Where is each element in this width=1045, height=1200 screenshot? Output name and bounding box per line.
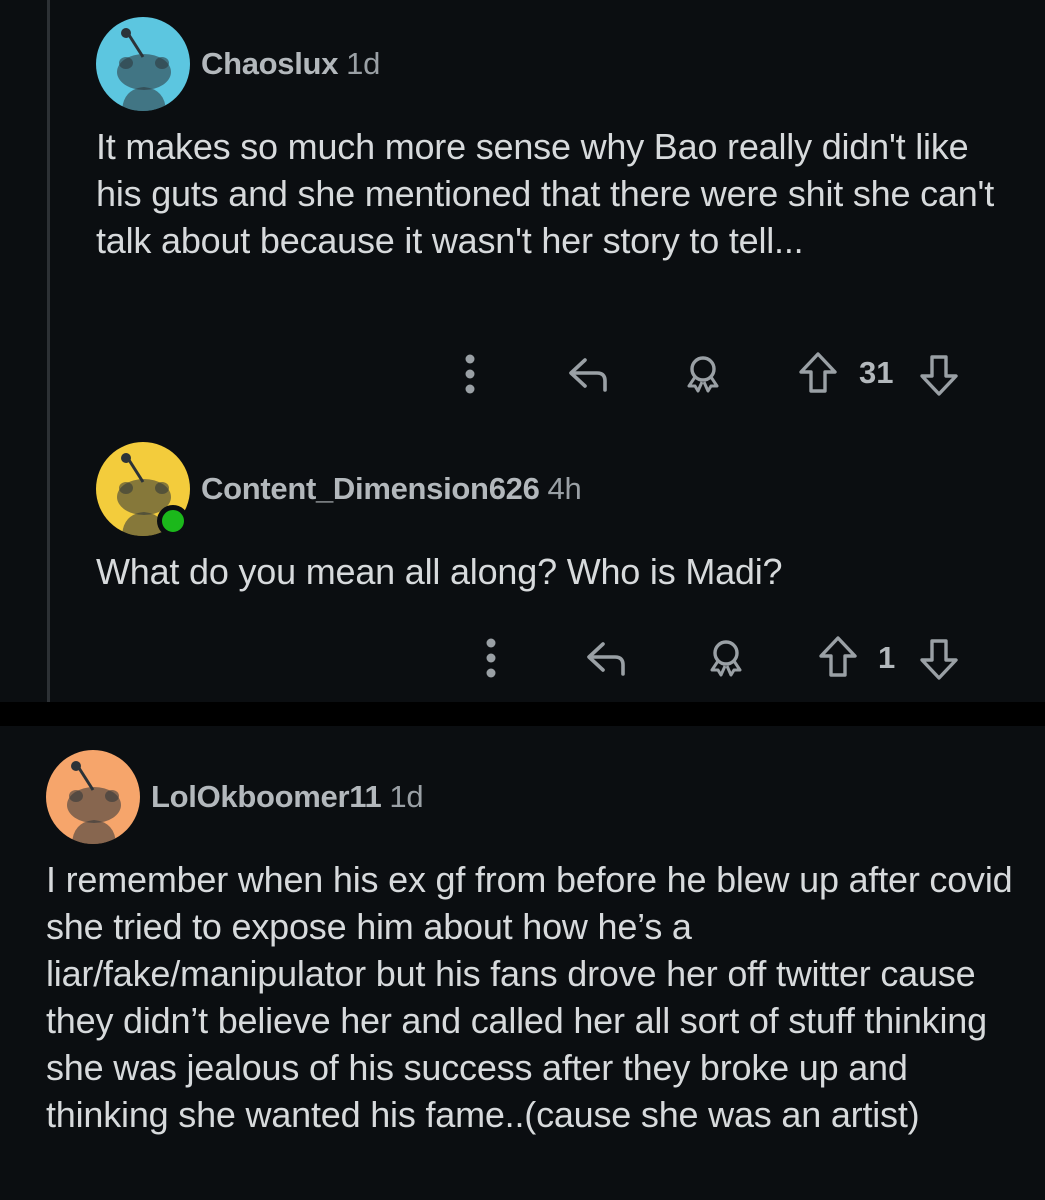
comment-body: What do you mean all along? Who is Madi? (96, 551, 783, 592)
snoo-avatar-icon (46, 750, 140, 844)
reply-button[interactable] (580, 634, 632, 682)
username[interactable]: LolOkboomer11 (151, 779, 382, 814)
downvote-button[interactable] (916, 634, 962, 684)
upvote-arrow-icon (819, 636, 857, 677)
comment-age: 1d (389, 779, 424, 814)
more-options-button[interactable] (476, 636, 506, 680)
downvote-arrow-icon (920, 355, 958, 396)
comment-age: 4h (547, 471, 582, 506)
avatar[interactable] (96, 17, 190, 111)
upvote-arrow-icon (799, 352, 837, 393)
downvote-button[interactable] (916, 350, 962, 400)
vote-score: 1 (878, 640, 896, 675)
comment-age: 1d (346, 46, 381, 81)
comment-thread: Chaoslux 1d It makes so much more sense w… (0, 0, 1045, 702)
award-button[interactable] (699, 634, 753, 682)
username[interactable]: Chaoslux (201, 46, 338, 81)
comment-meta: Content_Dimension626 4h (201, 471, 582, 507)
online-status-indicator (157, 505, 189, 537)
award-icon (710, 640, 742, 677)
upvote-button[interactable] (815, 632, 861, 682)
comment: LolOkboomer11 1d I remember when his ex g… (0, 726, 1045, 1200)
reply-button[interactable] (562, 350, 614, 398)
comment-body: It makes so much more sense why Bao real… (96, 126, 995, 261)
avatar[interactable] (46, 750, 140, 844)
username[interactable]: Content_Dimension626 (201, 471, 540, 506)
vote-score: 31 (859, 355, 894, 390)
comment-meta: LolOkboomer11 1d (151, 779, 424, 815)
downvote-arrow-icon (920, 639, 958, 680)
reply-icon (569, 358, 607, 392)
snoo-avatar-icon (96, 17, 190, 111)
upvote-button[interactable] (795, 348, 841, 398)
award-button[interactable] (676, 350, 730, 398)
comment-body: I remember when his ex gf from before he… (46, 859, 1013, 1135)
more-vertical-icon (465, 354, 475, 394)
thread-line[interactable] (47, 0, 50, 702)
more-vertical-icon (486, 638, 496, 678)
more-options-button[interactable] (455, 352, 485, 396)
comment-meta: Chaoslux 1d (201, 46, 380, 82)
award-icon (687, 356, 719, 393)
reply-icon (587, 642, 625, 676)
